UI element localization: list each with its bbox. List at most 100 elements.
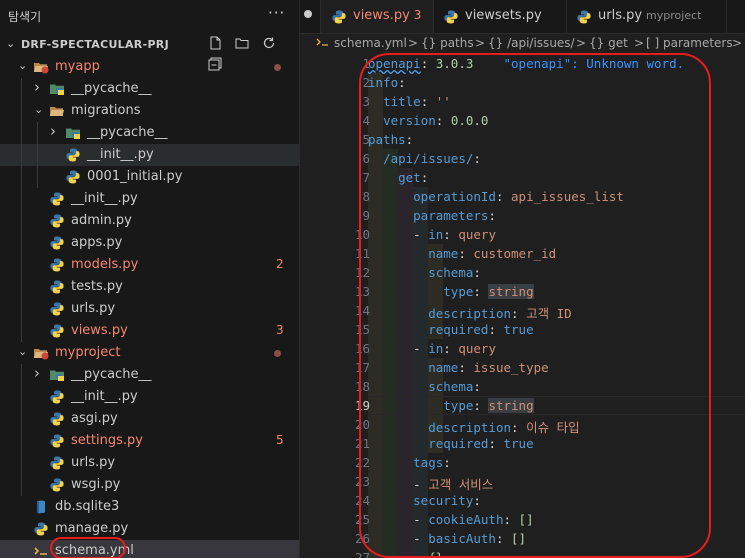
unsaved-dot-icon <box>304 10 312 18</box>
problem-count-badge: 2 <box>276 257 284 271</box>
python-file-icon <box>33 521 49 537</box>
tree-item-label: asgi.py <box>71 411 118 426</box>
pycache-folder-icon <box>49 81 65 97</box>
tree-item-label: urls.py <box>71 455 116 470</box>
tree-item[interactable]: schema.yml <box>0 540 299 558</box>
tree-item[interactable]: asgi.py <box>0 408 299 430</box>
tree-item[interactable]: settings.py 5 <box>0 430 299 452</box>
python-file-icon <box>65 147 81 163</box>
tree-item[interactable]: views.py 3 <box>0 320 299 342</box>
tab-label: urls.py myproject <box>598 8 701 23</box>
indent-guide <box>21 254 22 276</box>
indent-guide <box>21 364 22 386</box>
tree-item[interactable]: apps.py <box>0 232 299 254</box>
tree-item-label: manage.py <box>55 521 129 536</box>
chevron-right-icon: › <box>50 122 56 140</box>
tree-item[interactable]: __init__.py <box>0 144 299 166</box>
tree-item-label: __pycache__ <box>71 367 152 382</box>
breadcrumb-item-parameters[interactable]: [ ] parameters <box>646 36 733 50</box>
indent-guide <box>21 188 22 210</box>
indent-guide <box>21 430 22 452</box>
tree-item[interactable]: › __pycache__ <box>0 122 299 144</box>
indent-guide <box>21 210 22 232</box>
indent-guide <box>21 122 22 144</box>
project-header[interactable]: ⌄ DRF-SPECTACULAR-PRJ <box>0 34 299 71</box>
indent-guide <box>37 166 38 188</box>
tree-item-label: admin.py <box>71 213 132 228</box>
tab-overflow[interactable] <box>300 0 321 33</box>
tree-item[interactable]: __init__.py <box>0 386 299 408</box>
tree-item[interactable]: wsgi.py <box>0 474 299 496</box>
indent-guide <box>21 320 22 342</box>
chevron-down-icon: ⌄ <box>18 59 28 72</box>
tree-item[interactable]: ⌄ myapp <box>0 56 299 78</box>
python-file-icon <box>576 9 592 25</box>
breadcrumb-sep: > <box>475 36 486 50</box>
folder-open-icon <box>33 59 49 75</box>
python-file-icon <box>49 323 65 339</box>
python-file-icon <box>49 389 65 405</box>
tab-viewsets-py[interactable]: viewsets.py <box>433 0 567 33</box>
tree-item[interactable]: tests.py <box>0 276 299 298</box>
indent-guide <box>37 144 38 166</box>
tab-views-py[interactable]: views.py 3 <box>321 0 434 33</box>
annotation-circle <box>50 537 126 558</box>
breadcrumb-sep: > <box>576 36 587 50</box>
tree-item[interactable]: ⌄ migrations <box>0 100 299 122</box>
tree-item[interactable]: › __pycache__ <box>0 78 299 100</box>
tree-item-label: settings.py <box>71 433 143 448</box>
python-file-icon <box>49 213 65 229</box>
tree-item-label: models.py <box>71 257 139 272</box>
tree-item-label: 0001_initial.py <box>87 169 183 184</box>
tree-item[interactable]: __init__.py <box>0 188 299 210</box>
tree-item-label: db.sqlite3 <box>55 499 120 514</box>
new-file-icon[interactable] <box>204 36 226 56</box>
indent-guide <box>37 122 38 144</box>
tree-item[interactable]: admin.py <box>0 210 299 232</box>
tree-item[interactable]: manage.py <box>0 518 299 540</box>
indent-guide <box>21 100 22 122</box>
tree-item[interactable]: 0001_initial.py <box>0 166 299 188</box>
explorer-title: 탐색기 <box>8 10 42 24</box>
folder-open-icon <box>33 345 49 361</box>
indent-guide <box>21 166 22 188</box>
python-file-icon <box>49 257 65 273</box>
breadcrumb-sep: > <box>408 36 419 50</box>
breadcrumb-sep: > <box>732 36 743 50</box>
tree-item-label: tests.py <box>71 279 123 294</box>
tree-item[interactable]: db.sqlite3 <box>0 496 299 518</box>
breadcrumb-item-issues[interactable]: {} /api/issues/ <box>488 36 575 50</box>
tab-problem-badge: 3 <box>413 8 422 22</box>
breadcrumb-file[interactable]: schema.yml <box>334 36 407 50</box>
indent-guide <box>21 78 22 100</box>
tree-item[interactable]: ⌄ myproject <box>0 342 299 364</box>
python-file-icon <box>331 9 347 25</box>
new-folder-icon[interactable] <box>231 36 253 56</box>
tab-urls-py[interactable]: urls.py myproject <box>566 0 727 33</box>
explorer-header: 탐색기 ··· <box>0 0 299 32</box>
tree-item-label: __init__.py <box>71 389 138 404</box>
tree-item[interactable]: models.py 2 <box>0 254 299 276</box>
indent-guide <box>21 276 22 298</box>
more-actions-icon[interactable]: ··· <box>268 4 285 22</box>
breadcrumb-item-paths[interactable]: {} paths <box>421 36 474 50</box>
problem-count-badge: 3 <box>276 323 284 337</box>
refresh-icon[interactable] <box>258 36 280 56</box>
tree-item[interactable]: › __pycache__ <box>0 364 299 386</box>
tab-title: viewsets.py <box>465 8 542 23</box>
indent-guide <box>21 452 22 474</box>
modified-dot-icon <box>274 64 281 71</box>
tab-label: views.py 3 <box>353 8 421 23</box>
indent-guide <box>21 408 22 430</box>
explorer-actions <box>204 35 299 71</box>
indent-guide <box>21 232 22 254</box>
tab-title: views.py <box>353 8 410 23</box>
breadcrumb-item-get[interactable]: {} get <box>589 36 628 50</box>
annotation-oval <box>359 53 711 558</box>
yml-file-icon <box>316 36 330 50</box>
tree-item[interactable]: urls.py <box>0 298 299 320</box>
tree-item-label: __init__.py <box>87 147 154 162</box>
tree-item[interactable]: urls.py <box>0 452 299 474</box>
pycache-folder-icon <box>65 125 81 141</box>
project-name: DRF-SPECTACULAR-PRJ <box>21 38 169 51</box>
